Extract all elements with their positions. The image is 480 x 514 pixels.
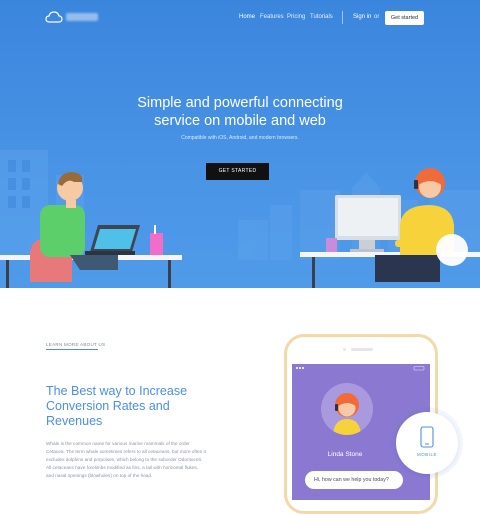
sign-in-link[interactable]: Sign in (353, 14, 371, 20)
agent-illustration (333, 393, 361, 435)
phone-speaker (351, 348, 373, 351)
status-bar (296, 366, 425, 371)
cloud-icon[interactable] (45, 11, 63, 23)
agent-name: Linda Stone (327, 451, 363, 458)
mobile-badge (396, 412, 458, 474)
chat-message[interactable]: Hi, how can we help you today? (305, 471, 403, 489)
agent-avatar (321, 383, 373, 435)
nav-home[interactable]: Home (239, 14, 255, 20)
phone-camera (343, 348, 346, 351)
hero-get-started-button[interactable]: GET STARTED (206, 163, 269, 180)
hero-section: Home Features Pricing Tutorials Sign in … (0, 0, 480, 288)
nav-features[interactable]: Features (260, 14, 284, 20)
hero-title: Simple and powerful connecting service o… (0, 94, 480, 130)
eyebrow-underline (46, 349, 98, 350)
nav-pricing[interactable]: Pricing (287, 14, 305, 20)
section-heading: The Best way to Increase Conversion Rate… (46, 384, 188, 428)
phone-icon (420, 426, 434, 448)
hero-title-line2: service on mobile and web (154, 113, 326, 129)
nav-divider (342, 11, 343, 24)
get-started-button[interactable]: Get started (385, 11, 424, 25)
mobile-badge-label: MOBILE (416, 452, 437, 457)
hero-title-line1: Simple and powerful connecting (137, 95, 343, 111)
section-paragraph: Whale is the common name for various mar… (46, 441, 206, 478)
nav-tutorials[interactable]: Tutorials (310, 14, 333, 20)
section-eyebrow[interactable]: LEARN MORE ABOUT US (46, 342, 105, 347)
nav-or-text: or (374, 14, 380, 20)
top-nav: Home Features Pricing Tutorials Sign in … (0, 0, 480, 36)
hero-illustration (0, 150, 480, 288)
brand-name-blurred (66, 13, 98, 21)
hero-subtitle: Compatible with iOS, Android, and modern… (181, 135, 299, 141)
